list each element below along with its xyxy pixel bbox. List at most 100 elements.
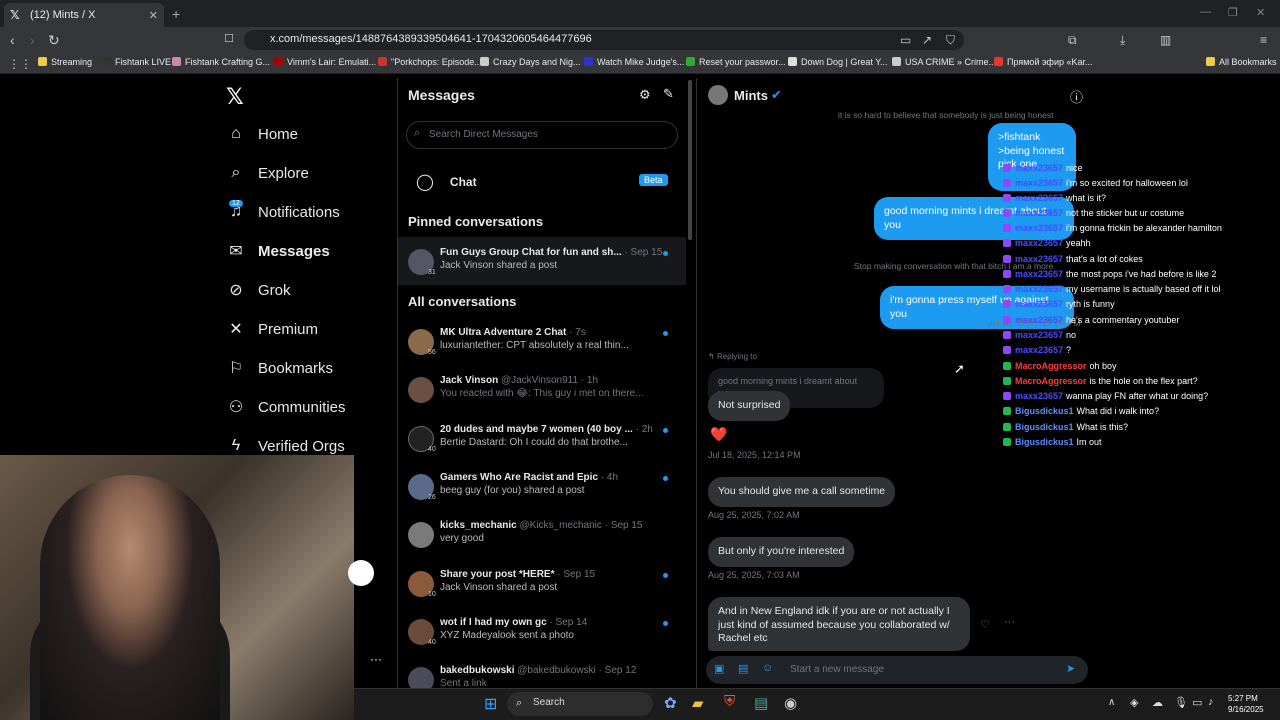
address-bar[interactable]: x.com/messages/1488764389339504641-17043… xyxy=(244,30,964,50)
new-message-icon[interactable]: ✎ xyxy=(663,86,674,102)
windows-start-icon[interactable]: ⊞ xyxy=(484,694,497,714)
taskbar-search[interactable]: Search xyxy=(507,692,653,716)
chat-line: maxx23657 not the sticker but ur costume xyxy=(1003,208,1184,218)
close-window-icon[interactable]: ✕ xyxy=(1256,6,1265,19)
bookmark-item[interactable]: Fishtank LIVE xyxy=(102,57,171,67)
nav-grok[interactable]: ⊘ Grok xyxy=(226,279,290,301)
chat-line: maxx23657 he's a commentary youtuber xyxy=(1003,315,1179,325)
reload-icon[interactable]: ↻ xyxy=(48,32,60,49)
bookmark-icon[interactable]: ☐ xyxy=(224,32,234,45)
floating-circle-button[interactable] xyxy=(348,560,374,586)
conversation-item[interactable]: 40 wot if I had my own gc · Sep 14 XYZ M… xyxy=(408,615,678,657)
conversation-item[interactable]: 10 Share your post *HERE* · Sep 15 Jack … xyxy=(408,567,678,609)
bookmark-item[interactable]: Down Dog | Great Y... xyxy=(788,57,888,67)
nav-communities[interactable]: ⚇ Communities xyxy=(226,396,346,418)
more-icon[interactable]: ··· xyxy=(1004,616,1015,628)
conversation-item[interactable]: 31 Fun Guys Group Chat for fun and sh...… xyxy=(408,245,678,287)
microphone-icon[interactable]: 🎙 xyxy=(1174,696,1188,709)
browser-tab[interactable]: 𝕏 (12) Mints / X ✕ xyxy=(4,3,164,27)
bookmark-item[interactable]: Crazy Days and Nig... xyxy=(480,57,581,67)
downloads-icon[interactable]: ⤓ xyxy=(1120,33,1125,48)
minimize-icon[interactable]: — xyxy=(1200,6,1211,18)
bookmark-item[interactable]: USA CRIME » Crime... xyxy=(892,57,996,67)
chat-line: maxx23657 i'm so excited for halloween lo… xyxy=(1003,178,1188,188)
copilot-icon[interactable]: ✿ xyxy=(664,694,677,712)
bookmark-item[interactable]: Fishtank Crafting G... xyxy=(172,57,270,67)
apps-icon[interactable]: ⋮⋮ xyxy=(8,57,32,71)
taskbar-date[interactable]: 9/16/2025 xyxy=(1228,705,1264,714)
bookmark-item[interactable]: Streaming xyxy=(38,57,92,67)
chat-badge-icon xyxy=(1003,224,1011,232)
heart-reaction-icon[interactable]: ❤️ xyxy=(710,426,727,443)
nav-explore[interactable]: ⌕ Explore xyxy=(226,162,309,184)
nav-premium[interactable]: ✕ Premium xyxy=(226,318,318,340)
received-message[interactable]: You should give me a call sometime xyxy=(708,477,896,507)
all-conversations-header: All conversations xyxy=(408,294,517,309)
received-message[interactable]: And in New England idk if you are or not… xyxy=(708,597,970,651)
received-message[interactable]: But only if you're interested xyxy=(708,537,855,567)
timestamp: Jul 18, 2025, 12:14 PM xyxy=(708,450,801,460)
bookmark-item[interactable]: Vimm's Lair: Emulati... xyxy=(274,57,376,67)
conversation-item[interactable]: 40 20 dudes and maybe 7 women (40 boy ..… xyxy=(408,422,678,464)
sent-message[interactable]: good morning mints i dreamt about you xyxy=(874,197,1074,241)
send-icon[interactable]: ➤ xyxy=(1066,662,1075,675)
nav-bookmarks[interactable]: ⚐ Bookmarks xyxy=(226,357,333,379)
emoji-icon[interactable]: ☺ xyxy=(762,662,773,674)
volume-icon[interactable]: ♪ xyxy=(1208,696,1214,708)
close-tab-icon[interactable]: ✕ xyxy=(149,9,158,22)
notepad-icon[interactable]: ▤ xyxy=(754,694,768,712)
message-composer[interactable]: ▣ ▤ ☺ Start a new message ➤ xyxy=(706,656,1088,684)
shield-icon[interactable]: ⛉ xyxy=(946,33,955,48)
conversation-item[interactable]: 26 Gamers Who Are Racist and Epic · 4h b… xyxy=(408,470,678,512)
tray-app-icon[interactable]: ◈ xyxy=(1130,696,1138,709)
forward-icon[interactable]: › xyxy=(30,32,35,48)
nav-notifications[interactable]: ♫ Notifications xyxy=(226,201,340,223)
info-icon[interactable]: ⓘ xyxy=(1070,87,1083,106)
sidebar-icon[interactable]: ▥ xyxy=(1160,33,1171,47)
share-icon[interactable]: ↗ xyxy=(922,33,932,47)
image-icon[interactable]: ▣ xyxy=(714,662,724,675)
all-bookmarks[interactable]: All Bookmarks xyxy=(1206,57,1277,67)
conversation-header[interactable]: Mints ✔ xyxy=(708,85,782,105)
more-icon[interactable]: ··· xyxy=(370,652,382,666)
chat-line: maxx23657 what is it? xyxy=(1003,193,1106,203)
webcam-person xyxy=(40,475,220,720)
new-tab-button[interactable]: + xyxy=(172,6,180,22)
conversation-item[interactable]: kicks_mechanic @Kicks_mechanic · Sep 15 … xyxy=(408,518,678,560)
conversation-item[interactable]: Jack Vinson @JackVinson911 · 1h You reac… xyxy=(408,373,678,415)
display-icon[interactable]: ▭ xyxy=(1192,696,1202,709)
taskbar-time[interactable]: 5:27 PM xyxy=(1228,694,1258,703)
bookmark-item[interactable]: Watch Mike Judge's... xyxy=(584,57,684,67)
obs-icon[interactable]: ◉ xyxy=(784,694,797,712)
settings-gear-icon[interactable]: ⚙ xyxy=(639,87,651,103)
onedrive-icon[interactable]: ☁ xyxy=(1152,696,1163,709)
extensions-icon[interactable]: ⧉ xyxy=(1068,33,1077,48)
unread-dot xyxy=(663,251,668,256)
composer-input[interactable]: Start a new message xyxy=(790,664,884,675)
received-message[interactable]: Not surprised xyxy=(708,391,791,421)
conversation-item[interactable]: 56 MK Ultra Adventure 2 Chat · 7s luxuri… xyxy=(408,325,678,367)
search-input[interactable]: Search Direct Messages xyxy=(406,121,678,149)
chat-badge-icon xyxy=(1003,316,1011,324)
tray-chevron-icon[interactable]: ∧ xyxy=(1108,697,1115,708)
react-icon[interactable]: ♡ xyxy=(980,618,990,631)
bookmark-item[interactable]: Прямой эфир «Kar... xyxy=(994,57,1093,67)
cast-icon[interactable]: ▭ xyxy=(900,33,911,47)
chat-entry[interactable]: ◯ Chat xyxy=(416,172,670,192)
scrollbar[interactable] xyxy=(688,80,692,240)
file-explorer-icon[interactable]: ▰ xyxy=(692,694,704,712)
gif-icon[interactable]: ▤ xyxy=(738,662,748,675)
bookmark-item[interactable]: Reset your passwor... xyxy=(686,57,786,67)
menu-icon[interactable]: ≡ xyxy=(1260,33,1267,47)
nav-verified-orgs[interactable]: ϟ Verified Orgs xyxy=(226,435,345,457)
back-icon[interactable]: ‹ xyxy=(10,32,15,48)
nav-messages[interactable]: ✉ Messages xyxy=(226,240,329,262)
chat-badge-icon xyxy=(1003,362,1011,370)
bookmark-item[interactable]: "Porkchops: Episode... xyxy=(378,57,482,67)
nav-home[interactable]: ⌂ Home xyxy=(226,123,298,145)
x-logo-icon[interactable]: 𝕏 xyxy=(226,84,244,110)
brave-browser-icon[interactable]: ⛨ xyxy=(724,693,735,710)
chat-badge-icon xyxy=(1003,300,1011,308)
restore-icon[interactable]: ❐ xyxy=(1228,6,1238,19)
unread-dot xyxy=(663,621,668,626)
